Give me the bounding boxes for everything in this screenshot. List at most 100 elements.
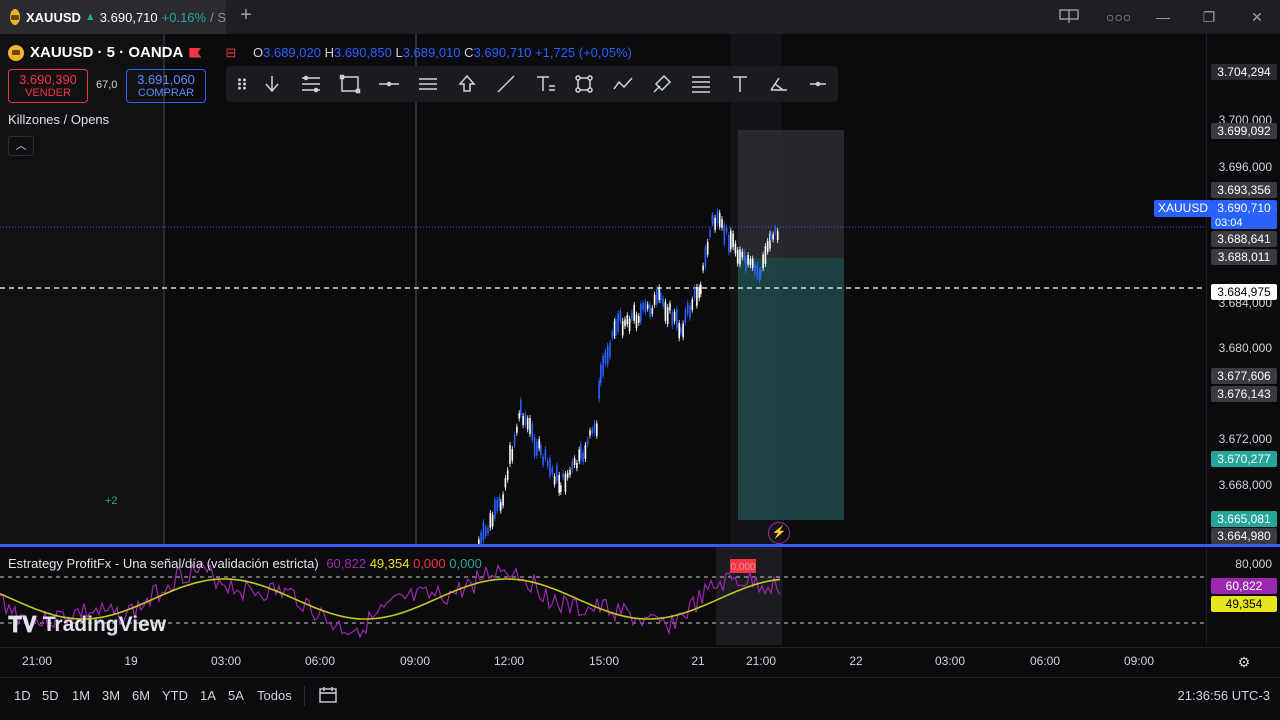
symbol-price-tag: XAUUSD [1154,200,1213,217]
candle-body [649,304,651,317]
clock[interactable]: 21:36:56 UTC-3 [1178,688,1271,703]
fib-icon[interactable] [291,66,330,102]
candle-body [704,247,707,267]
candle-body [553,476,556,485]
layout-icon[interactable] [1058,7,1080,27]
chart-title: XAUUSD · 5 · OANDA [30,44,184,61]
candle-body [586,439,589,445]
text-tool-icon[interactable] [525,66,564,102]
price-label: 3.699,092 [1211,123,1277,139]
range-5d[interactable]: 5D [42,688,59,703]
candle-body [712,216,714,224]
channel-icon[interactable] [408,66,447,102]
candle-body [593,422,596,433]
candle-body [714,217,716,230]
ohlc-o-label: O [253,45,264,60]
indicator-label[interactable]: Killzones / Opens [8,112,109,127]
candle-body [598,380,600,400]
candle-body [754,264,756,274]
range-1d[interactable]: 1D [14,688,31,703]
pattern-icon[interactable] [564,66,603,102]
candle-body [540,444,542,456]
trendline-icon[interactable] [486,66,525,102]
candle-body [529,418,531,434]
arrow-up-icon[interactable] [447,66,486,102]
toolbar-divider [304,686,305,706]
time-tick: 15:00 [588,654,620,668]
candle-body [716,211,719,224]
sell-label: VENDER [25,87,71,99]
candle-body [684,309,687,323]
candle-body [621,320,624,336]
candle-body [642,303,644,310]
time-axis[interactable]: 21:00 19 03:00 06:00 09:00 12:00 15:00 2… [0,647,1280,675]
stop-loss-zone[interactable] [738,130,844,258]
settings-gear-icon[interactable]: ⚙ [1238,654,1251,671]
arrow-down-icon[interactable] [252,66,291,102]
take-profit-zone[interactable] [738,258,844,520]
more-icon[interactable]: ○○○ [1106,7,1131,27]
candle-body [691,299,694,310]
candle-body [751,258,754,268]
candle-body [564,474,567,492]
candle-body [480,532,482,544]
candle-body [676,309,678,328]
price-label: 3.704,294 [1211,64,1277,80]
minus-icon[interactable] [798,66,837,102]
main-chart[interactable] [0,34,1206,546]
candle-body [756,264,759,278]
time-tick: 06:00 [1029,654,1061,668]
brush-icon[interactable] [642,66,681,102]
rectangle-icon[interactable] [330,66,369,102]
lightning-icon[interactable]: ⚡ [768,522,790,544]
candle-body [635,314,638,329]
oscillator-value-1: 60,822 [326,556,367,571]
candle-body [482,522,485,541]
alert-icon[interactable]: ⊟ [225,45,236,61]
candle-body [749,258,752,266]
restore-icon[interactable]: ❐ [1198,7,1220,27]
candle-body [682,323,684,338]
buy-button[interactable]: 3.691,060 COMPRAR [126,69,206,103]
range-3m[interactable]: 3M [102,688,120,703]
text-icon[interactable] [720,66,759,102]
candle-body [573,458,576,465]
osc-slow-label: 49,354 [1211,596,1277,612]
candle-body [602,356,604,376]
candle-body [546,460,549,467]
collapse-chevron-icon[interactable]: ︿ [8,136,34,156]
time-tick: 03:00 [210,654,242,668]
new-tab-plus-icon[interactable]: + [236,5,256,26]
candle-body [696,286,698,306]
browser-tab[interactable]: XAUUSD ▲ 3.690,710 +0.16% / S [0,0,226,34]
candle-body [700,284,702,295]
price-scale[interactable]: 3.700,000 3.696,000 3.684,000 3.680,000 … [1206,34,1280,546]
candle-body [764,246,767,264]
range-6m[interactable]: 6M [132,688,150,703]
range-todos[interactable]: Todos [257,688,292,703]
ohlc-h: 3.690,850 [333,45,392,60]
price-label: 3.670,277 [1211,451,1277,467]
symbol-header[interactable]: XAUUSD · 5 · OANDA ⊟ [8,44,236,61]
range-ytd[interactable]: YTD [162,688,188,703]
candle-body [531,423,534,440]
lines-icon[interactable] [681,66,720,102]
flag-icon[interactable] [189,47,202,58]
candle-body [671,312,674,327]
path-icon[interactable] [603,66,642,102]
range-1m[interactable]: 1M [72,688,90,703]
candle-body [600,364,602,384]
candle-body [651,308,654,314]
candle-body [556,465,558,481]
sell-button[interactable]: 3.690,390 VENDER [8,69,88,103]
oscillator-scale[interactable]: 80,000 60,822 49,354 [1206,547,1280,645]
close-icon[interactable]: ✕ [1246,7,1268,27]
goto-date-icon[interactable] [318,685,338,708]
range-5a[interactable]: 5A [228,688,244,703]
oscillator-legend[interactable]: Estrategy ProfitFx - Una señal/día (vali… [8,556,482,571]
range-1a[interactable]: 1A [200,688,216,703]
drag-handle-icon[interactable] [232,66,252,102]
minimize-icon[interactable]: — [1152,7,1174,27]
horizontal-line-icon[interactable] [369,66,408,102]
eraser-icon[interactable] [759,66,798,102]
